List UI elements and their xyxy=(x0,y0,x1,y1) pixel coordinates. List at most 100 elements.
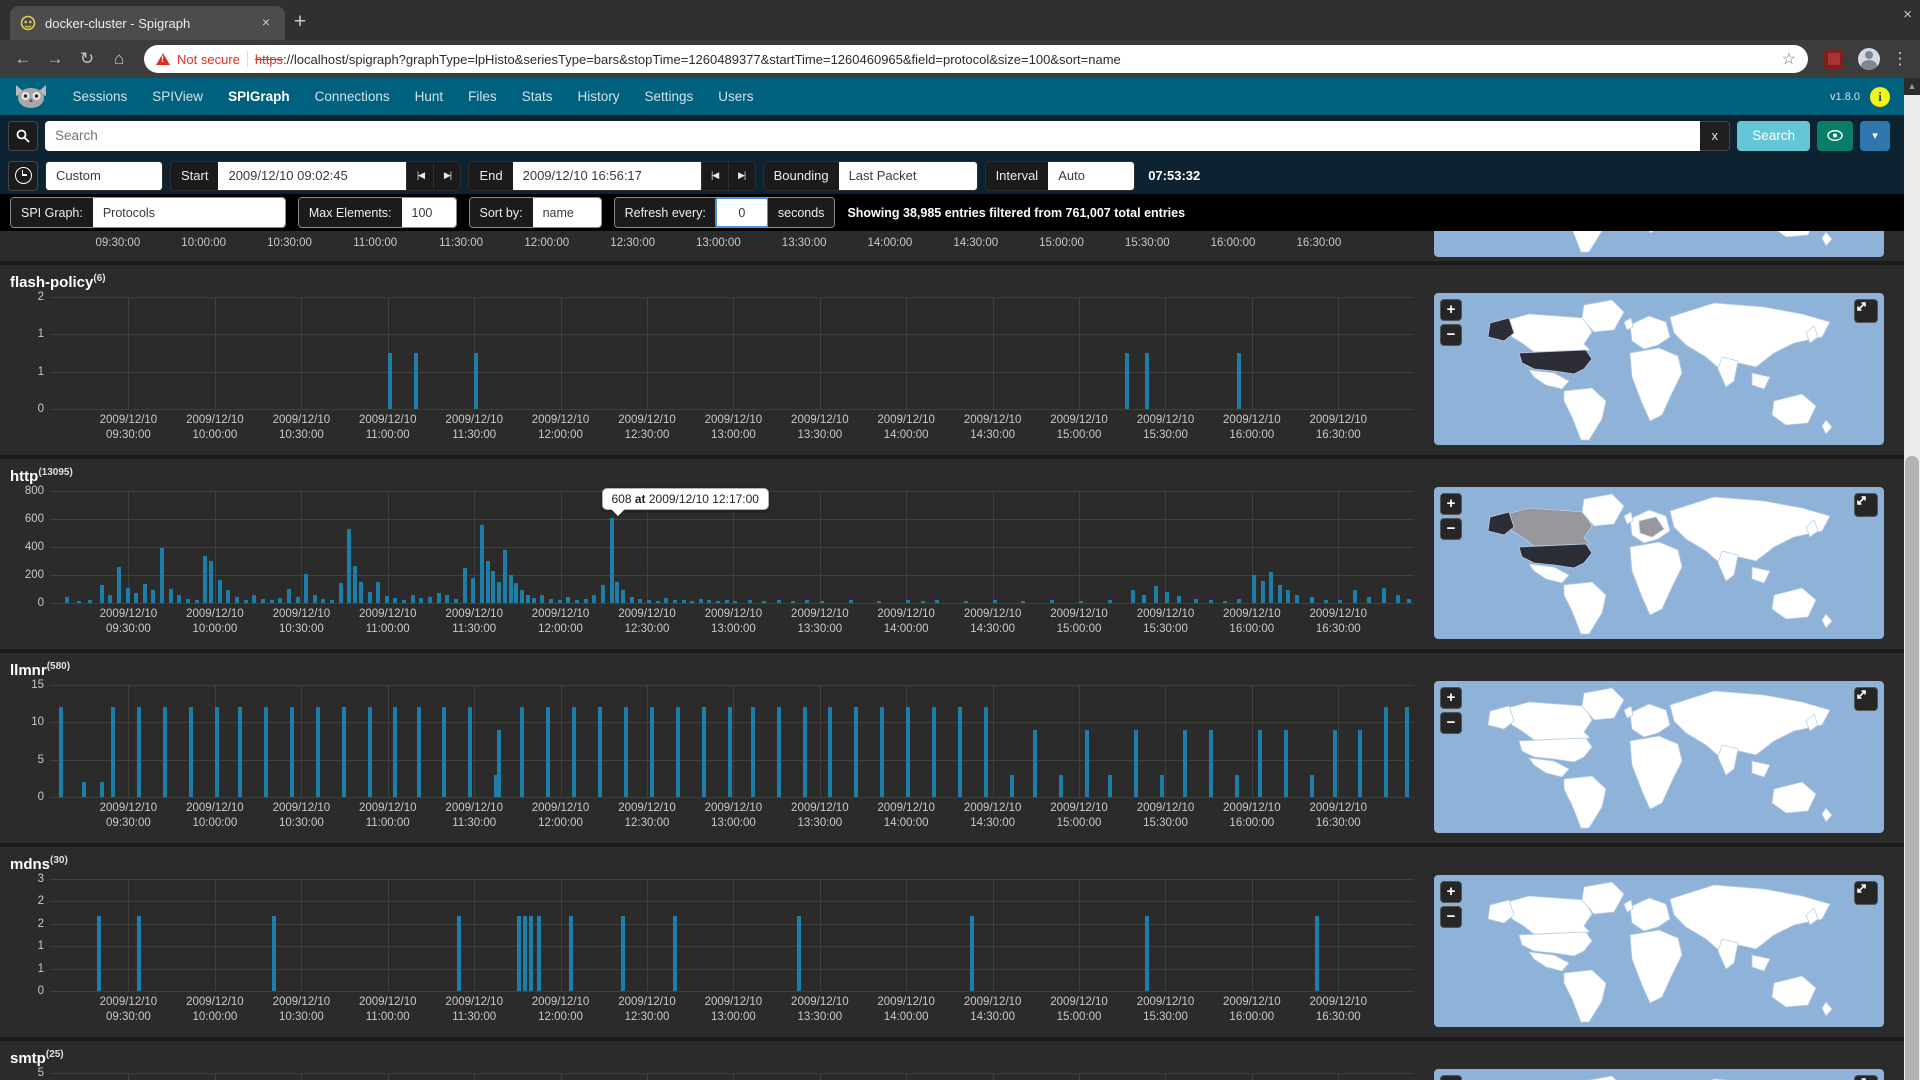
histogram-bar[interactable] xyxy=(601,585,605,603)
histogram-bar[interactable] xyxy=(1324,600,1328,603)
histogram-bar[interactable] xyxy=(1237,353,1241,409)
histogram-bar[interactable] xyxy=(1108,775,1112,797)
histogram-bar[interactable] xyxy=(621,916,625,991)
histogram-bar[interactable] xyxy=(849,600,853,603)
histogram-bar[interactable] xyxy=(1237,599,1241,603)
histogram-bar[interactable] xyxy=(226,590,230,603)
map-zoom-in-button[interactable]: + xyxy=(1440,687,1462,709)
max-elements-input[interactable]: 100 xyxy=(402,198,456,227)
histogram-bar[interactable] xyxy=(215,707,219,797)
map-expand-button[interactable] xyxy=(1854,493,1878,517)
browser-tab[interactable]: docker-cluster - Spigraph × xyxy=(10,6,285,40)
nav-item-settings[interactable]: Settings xyxy=(632,89,706,104)
histogram-bar[interactable] xyxy=(486,561,490,603)
time-settings-button[interactable] xyxy=(8,161,38,191)
histogram-bar[interactable] xyxy=(111,707,115,797)
histogram-bar[interactable] xyxy=(1142,595,1146,603)
histogram-bar[interactable] xyxy=(393,598,397,603)
histogram-bar[interactable] xyxy=(615,582,619,603)
histogram-bar[interactable] xyxy=(906,707,910,797)
nav-item-sessions[interactable]: Sessions xyxy=(60,89,140,104)
histogram-bar[interactable] xyxy=(906,600,910,603)
histogram-bar[interactable] xyxy=(805,600,809,603)
histogram-bar[interactable] xyxy=(728,707,732,797)
histogram-bar[interactable] xyxy=(716,601,720,603)
histogram-bar[interactable] xyxy=(1209,600,1213,603)
histogram-bar[interactable] xyxy=(290,707,294,797)
histogram-bar[interactable] xyxy=(690,601,694,603)
histogram-bar[interactable] xyxy=(1160,775,1164,797)
histogram-bar[interactable] xyxy=(1310,597,1314,603)
histogram-bar[interactable] xyxy=(656,601,660,603)
histogram-bar[interactable] xyxy=(1194,599,1198,603)
histogram-bar[interactable] xyxy=(445,595,449,603)
histogram-bar[interactable] xyxy=(296,597,300,603)
histogram-bar[interactable] xyxy=(514,583,518,603)
histogram-bar[interactable] xyxy=(1261,581,1265,603)
histogram-bar[interactable] xyxy=(1358,730,1362,797)
histogram-bar[interactable] xyxy=(523,916,527,991)
histogram-bar[interactable] xyxy=(321,599,325,603)
histogram-bar[interactable] xyxy=(751,707,755,797)
histogram-bar[interactable] xyxy=(252,595,256,603)
histogram-bar[interactable] xyxy=(163,707,167,797)
reload-button[interactable]: ↻ xyxy=(72,44,102,74)
world-map[interactable] xyxy=(1434,1069,1884,1080)
histogram-bar[interactable] xyxy=(777,600,781,603)
histogram-bar[interactable] xyxy=(1223,601,1227,603)
histogram-bar[interactable] xyxy=(549,599,553,603)
histogram-bar[interactable] xyxy=(532,598,536,603)
histogram-bar[interactable] xyxy=(137,916,141,991)
histogram-bar[interactable] xyxy=(471,578,475,603)
histogram-bar[interactable] xyxy=(699,599,703,603)
histogram-bar[interactable] xyxy=(491,571,495,603)
histogram-bar[interactable] xyxy=(647,600,651,603)
search-button[interactable]: Search xyxy=(1737,121,1810,151)
histogram-bar[interactable] xyxy=(480,525,484,603)
histogram-bar[interactable] xyxy=(664,598,668,603)
histogram-bar[interactable] xyxy=(414,353,418,409)
histogram-bar[interactable] xyxy=(1367,597,1371,603)
histogram-bar[interactable] xyxy=(1235,775,1239,797)
histogram-bar[interactable] xyxy=(463,568,467,603)
histogram-bar[interactable] xyxy=(417,707,421,797)
histogram-bar[interactable] xyxy=(1177,596,1181,603)
histogram-bar[interactable] xyxy=(143,584,147,603)
histogram-bar[interactable] xyxy=(575,600,579,603)
scrollbar-thumb[interactable] xyxy=(1905,456,1919,1080)
histogram-bar[interactable] xyxy=(272,916,276,991)
histogram-bar[interactable] xyxy=(1284,730,1288,797)
histogram-bar[interactable] xyxy=(650,707,654,797)
histogram-bar[interactable] xyxy=(935,600,939,603)
map-expand-button[interactable] xyxy=(1854,687,1878,711)
histogram-bar[interactable] xyxy=(624,707,628,797)
histogram-bar[interactable] xyxy=(160,548,164,603)
histogram-bar[interactable] xyxy=(569,916,573,991)
histogram-bar[interactable] xyxy=(359,582,363,603)
url-bar[interactable]: Not secure https://localhost/spigraph?gr… xyxy=(144,45,1808,73)
histogram-bar[interactable] xyxy=(725,600,729,603)
world-map[interactable] xyxy=(1434,681,1884,833)
histogram-bar[interactable] xyxy=(368,592,372,603)
refresh-input[interactable]: 0 xyxy=(715,197,769,228)
histogram-bar[interactable] xyxy=(151,590,155,603)
time-range-select[interactable]: Custom xyxy=(46,162,162,190)
scrollbar-up-arrow[interactable]: ▲ xyxy=(1904,78,1920,95)
map-expand-button[interactable] xyxy=(1854,299,1878,323)
nav-item-files[interactable]: Files xyxy=(456,89,510,104)
histogram-bar[interactable] xyxy=(442,707,446,797)
histogram-bar[interactable] xyxy=(97,916,101,991)
map-zoom-in-button[interactable]: + xyxy=(1440,881,1462,903)
histogram-bar[interactable] xyxy=(497,730,501,797)
histogram-bar[interactable] xyxy=(1033,730,1037,797)
histogram-bar[interactable] xyxy=(376,582,380,603)
histogram-bar[interactable] xyxy=(264,707,268,797)
histogram-bar[interactable] xyxy=(353,566,357,603)
histogram-bar[interactable] xyxy=(797,916,801,991)
histogram-bar[interactable] xyxy=(428,597,432,603)
histogram-bar[interactable] xyxy=(854,707,858,797)
histogram-bar[interactable] xyxy=(270,600,274,603)
histogram-bar[interactable] xyxy=(1269,572,1273,603)
histogram-bar[interactable] xyxy=(100,782,104,797)
bounding-select[interactable]: Last Packet xyxy=(839,162,977,190)
